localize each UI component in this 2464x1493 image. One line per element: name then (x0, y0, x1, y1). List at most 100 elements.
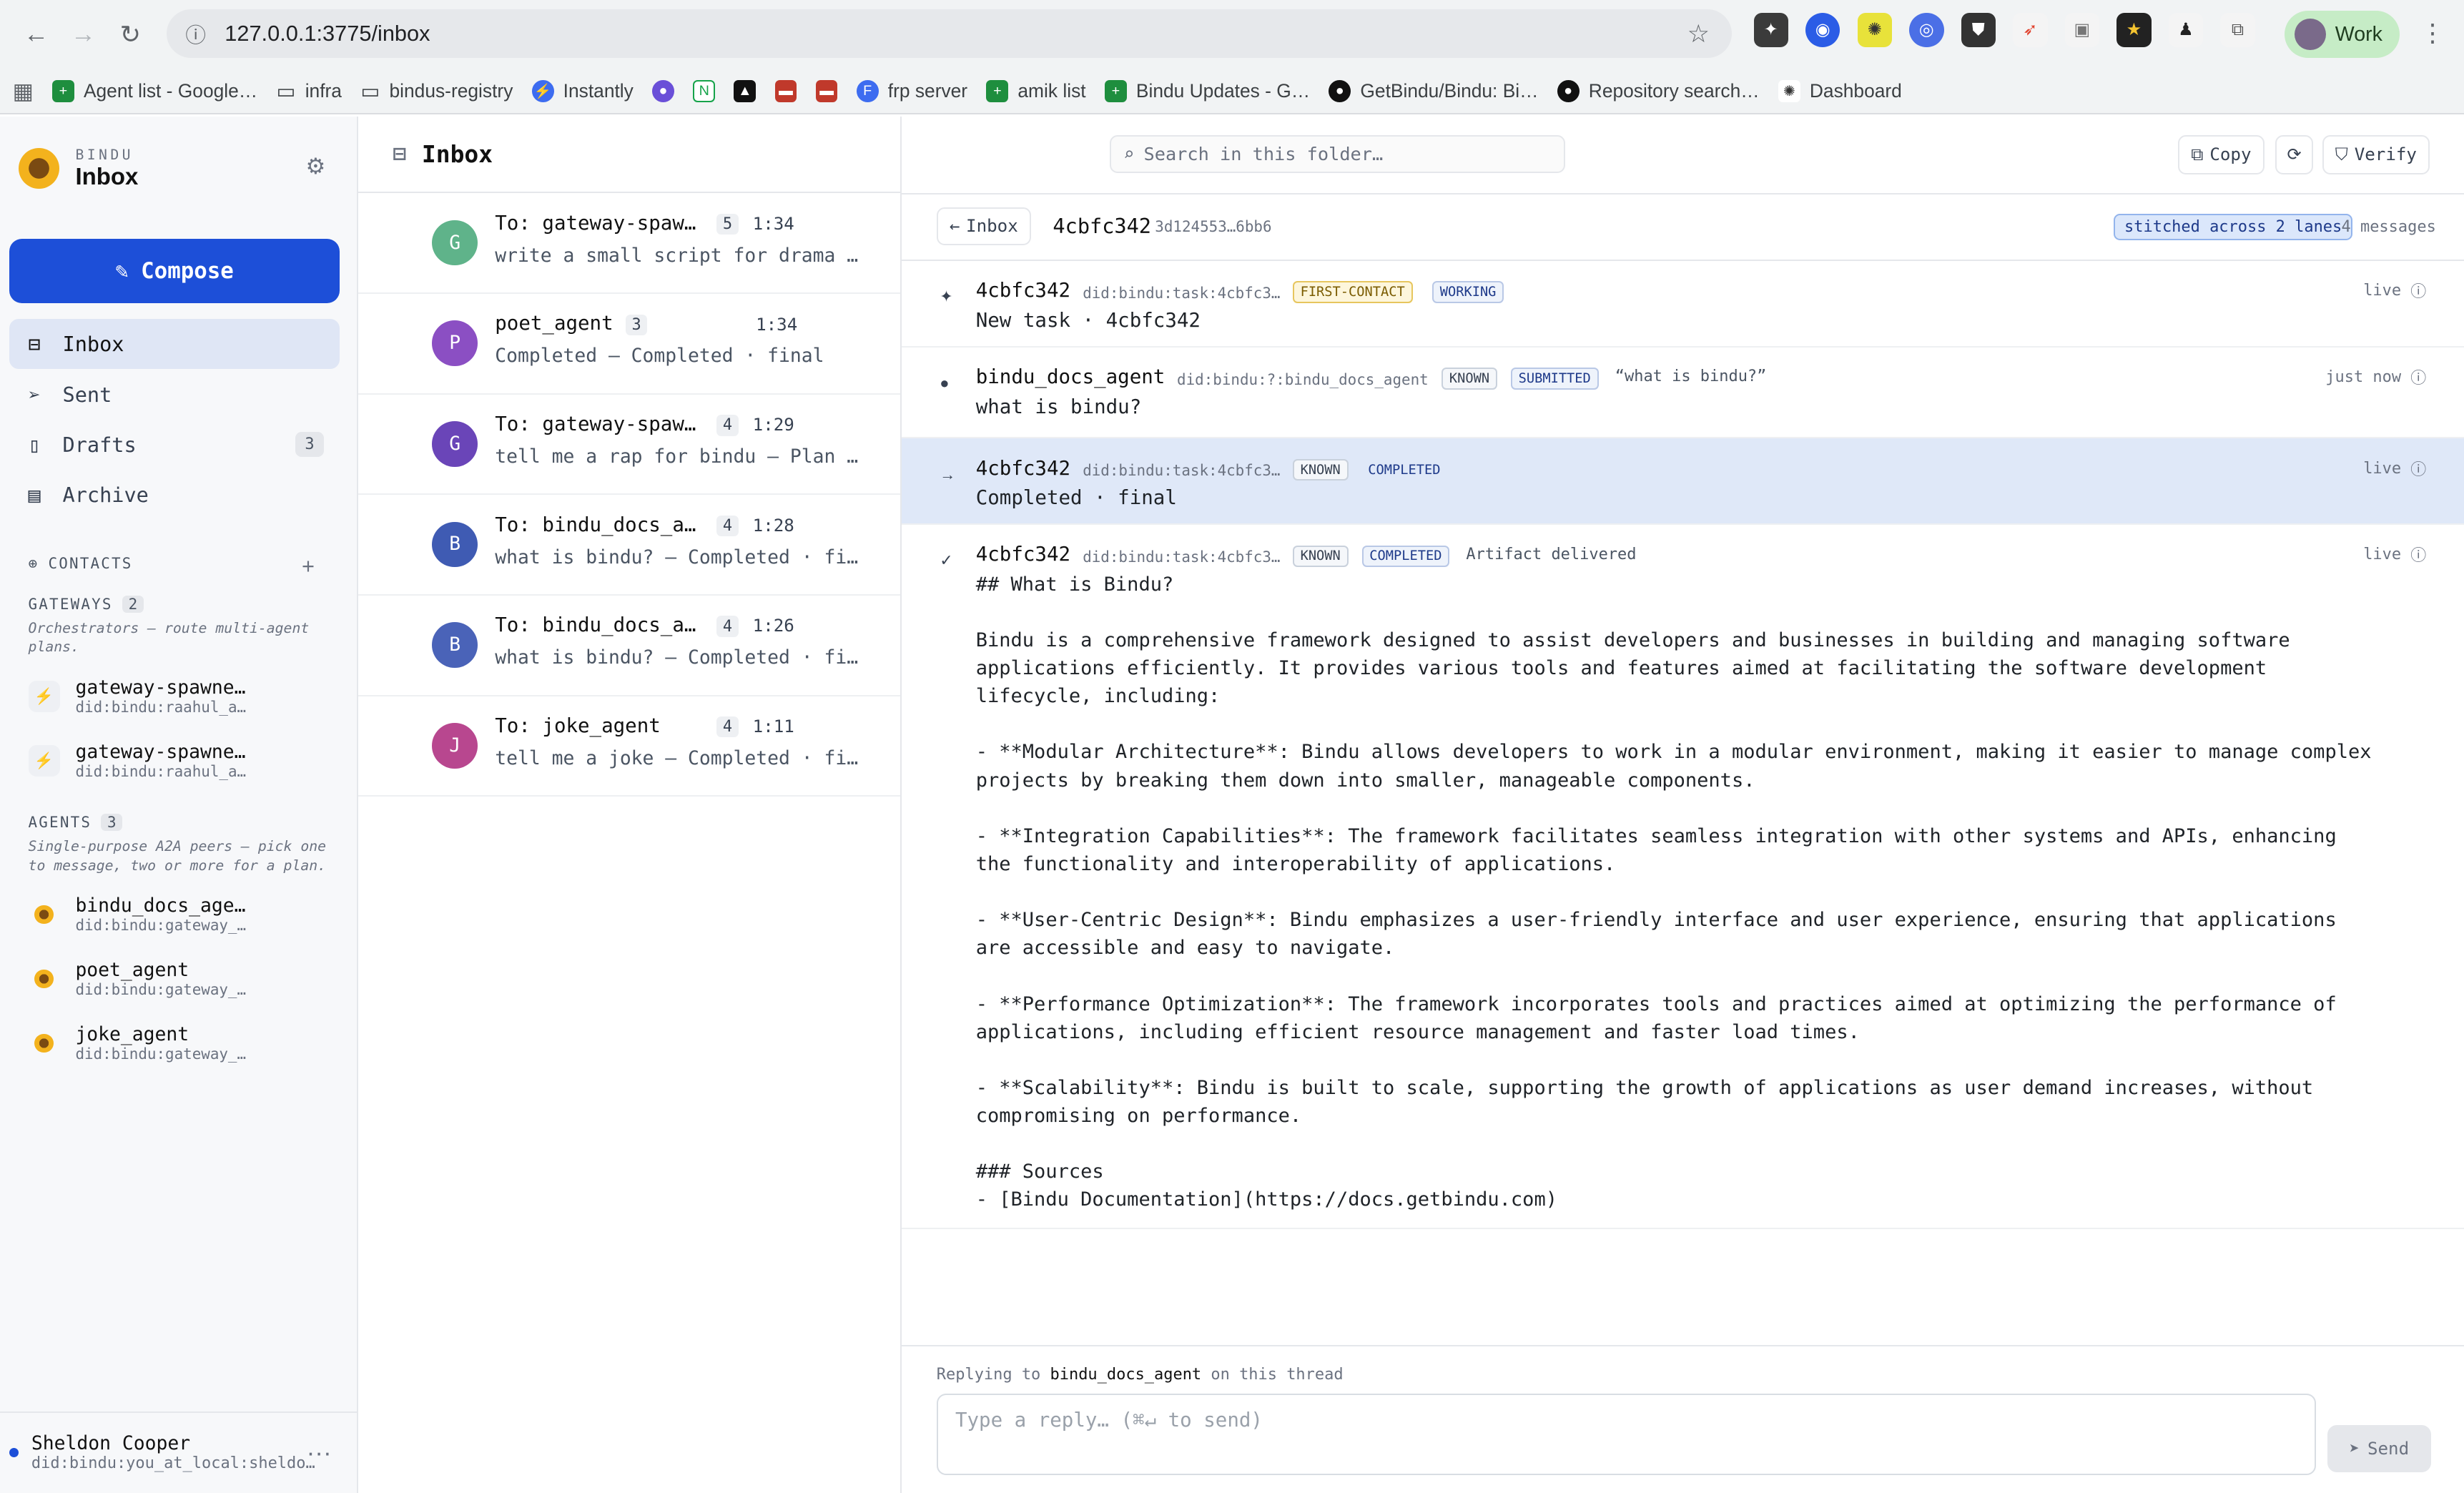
site-info-icon[interactable]: ⓘ (185, 19, 206, 49)
thread-recipient: To: gateway-spawn… (495, 212, 703, 235)
thread-count: 4 (716, 515, 739, 537)
extension-icon[interactable]: ★ (2116, 12, 2152, 47)
contact-did: did:bindu:raahul_a… (75, 698, 247, 716)
info-icon[interactable]: ⓘ (2410, 366, 2426, 388)
message-status: live ⓘ (2363, 543, 2426, 566)
contact-agent[interactable]: joke_agent did:bindu:gateway_… (29, 1014, 343, 1074)
extension-icon[interactable]: ✺ (1857, 12, 1892, 47)
gear-icon[interactable]: ⚙ (306, 154, 326, 179)
thread-row[interactable]: B To: bindu_docs_ag… 4 1:26 what is bind… (358, 596, 901, 696)
reply-input[interactable]: Type a reply… (⌘↵ to send) (936, 1394, 2317, 1476)
search-icon: ⌕ (1123, 143, 1135, 164)
contact-name: joke_agent (75, 1024, 189, 1046)
contact-did: did:bindu:gateway_… (75, 981, 247, 999)
bookmark-item[interactable]: ▬ (774, 80, 797, 102)
bookmark-item[interactable]: ▬ (815, 80, 838, 102)
add-contact-icon[interactable]: + (302, 553, 315, 579)
message-status: live ⓘ (2363, 280, 2426, 302)
message-list: ⊟ Inbox G To: gateway-spawn… 5 1:34 write… (358, 116, 902, 1493)
apps-grid-icon[interactable]: ▦ (13, 79, 34, 104)
message-item[interactable]: ✓ 4cbfc342 did:bindu:task:4cbfc3… KNOWN C… (902, 525, 2464, 1229)
bookmark-item[interactable]: ▲ (734, 80, 757, 102)
info-icon[interactable]: ⓘ (2410, 543, 2426, 566)
extension-icon[interactable]: ♟ (2168, 12, 2204, 47)
folder-inbox[interactable]: ⊟ Inbox (9, 319, 340, 370)
message-count: 4 messages (2341, 218, 2436, 237)
extension-icon[interactable]: ✦ (1753, 12, 1788, 47)
refresh-button[interactable]: ⟳ (2275, 134, 2313, 174)
bookmark-star-icon[interactable]: ☆ (1687, 19, 1710, 49)
bookmark-item[interactable]: + Agent list - Google… (52, 80, 257, 102)
bookmark-item[interactable]: ● Repository search… (1557, 80, 1760, 102)
folder-drafts[interactable]: ▯ Drafts 3 (9, 420, 340, 470)
bookmark-folder[interactable]: ▭ infra (277, 79, 342, 104)
bookmark-item[interactable]: ✺ Dashboard (1778, 80, 1902, 102)
message-item[interactable]: ● bindu_docs_agent did:bindu:?:bindu_doc… (902, 348, 2464, 439)
app: BINDU Inbox ⚙ ✎ Compose ⊟ Inbox ➢ Sent ▯ Dr… (0, 116, 2464, 1493)
url-text[interactable]: 127.0.0.1:3775/inbox (225, 21, 430, 46)
thread-row[interactable]: J To: joke_agent 4 1:11 tell me a joke —… (358, 696, 901, 797)
message-item[interactable]: ✦ 4cbfc342 did:bindu:task:4cbfc3… FIRST-… (902, 261, 2464, 348)
folder-sent[interactable]: ➢ Sent (9, 369, 340, 419)
message-item[interactable]: → 4cbfc342 did:bindu:task:4cbfc3… KNOWN C… (902, 438, 2464, 525)
status-tag: FIRST-CONTACT (1292, 281, 1413, 304)
browser-menu-icon[interactable]: ⋮ (2420, 19, 2445, 48)
puzzle-icon[interactable]: ⧉ (2220, 12, 2255, 47)
brand-title: Inbox (75, 162, 139, 189)
contacts-label: CONTACTS (48, 554, 133, 572)
contact-agent[interactable]: poet_agent did:bindu:gateway_… (29, 949, 343, 1009)
current-user[interactable]: Sheldon Cooper did:bindu:you_at_local:she… (0, 1411, 357, 1493)
profile-chip[interactable]: Work (2285, 11, 2400, 59)
contact-name: gateway-spawne… (75, 741, 246, 763)
bookmark-item[interactable]: ● (652, 80, 674, 102)
verify-button[interactable]: ⛉ Verify (2322, 134, 2430, 174)
user-did: did:bindu:you_at_local:sheldo… (31, 1454, 315, 1473)
bookmark-item[interactable]: + Bindu Updates - G… (1104, 80, 1310, 102)
forward-arrow-icon[interactable]: → (60, 11, 107, 58)
reply-suffix: on this thread (1211, 1365, 1344, 1384)
contact-agent[interactable]: bindu_docs_age… did:bindu:gateway_… (29, 885, 343, 945)
reload-icon[interactable]: ↻ (107, 11, 154, 58)
bookmark-favicon-icon: ▬ (774, 80, 797, 102)
folder-archive[interactable]: ▤ Archive (9, 470, 340, 520)
thread-row[interactable]: G To: gateway-spawn… 4 1:29 tell me a ra… (358, 395, 901, 496)
artifact-line (976, 962, 2375, 990)
status-tag: KNOWN (1292, 545, 1349, 568)
back-arrow-icon[interactable]: ← (13, 11, 60, 58)
send-button[interactable]: ➤ Send (2327, 1425, 2431, 1473)
bookmark-item[interactable]: Ffrp server (856, 80, 967, 102)
artifact-content: ## What is Bindu? Bindu is a comprehensiv… (976, 571, 2375, 1214)
extension-icon[interactable]: ⛊ (1961, 12, 1996, 47)
contact-gateway[interactable]: ⚡ gateway-spawne… did:bindu:raahul_a… (28, 666, 343, 726)
bookmark-item[interactable]: ⚡ Instantly (531, 80, 634, 102)
info-icon[interactable]: ⓘ (2410, 458, 2426, 480)
more-icon[interactable]: ··· (307, 1439, 332, 1467)
thread-preview: what is bindu? — Completed · final (495, 546, 864, 568)
address-bar[interactable]: ⓘ 127.0.0.1:3775/inbox ☆ (166, 9, 1732, 59)
extension-icon[interactable]: ◎ (1909, 12, 1944, 47)
bookmark-item[interactable]: ● GetBindu/Bindu: Bi… (1329, 80, 1539, 102)
bookmark-favicon-icon: ▲ (734, 80, 757, 102)
bookmark-item[interactable]: N (693, 80, 716, 102)
pencil-icon: ✎ (115, 258, 129, 285)
thread-count: 4 (716, 415, 739, 436)
compose-button[interactable]: ✎ Compose (9, 239, 340, 304)
message-extra: “what is bindu?” (1615, 368, 1767, 386)
arrow-left-icon: ← (949, 216, 960, 237)
bookmark-item[interactable]: + amik list (986, 80, 1086, 102)
github-icon: ● (1329, 80, 1351, 102)
thread-row[interactable]: B To: bindu_docs_ag… 4 1:28 what is bind… (358, 495, 901, 596)
thread-count: 4 (716, 716, 739, 738)
thread-row[interactable]: P poet_agent 3 1:34 Completed — Complete… (358, 294, 901, 395)
info-icon[interactable]: ⓘ (2410, 280, 2426, 302)
camera-extension-icon[interactable]: ▣ (2064, 12, 2100, 47)
extension-icon[interactable]: ➶ (2013, 12, 2048, 47)
back-to-inbox-button[interactable]: ← Inbox (936, 207, 1031, 245)
search-input[interactable]: ⌕ Search in this folder… (1109, 134, 1565, 173)
list-header: ⊟ Inbox (358, 117, 901, 194)
copy-button[interactable]: ⧉ Copy (2177, 134, 2265, 174)
bookmark-folder[interactable]: ▭ bindus-registry (360, 79, 513, 104)
thread-row[interactable]: G To: gateway-spawn… 5 1:34 write a smal… (358, 193, 901, 294)
contact-gateway[interactable]: ⚡ gateway-spawne… did:bindu:raahul_a… (28, 731, 343, 791)
extension-icon[interactable]: ◉ (1805, 12, 1840, 47)
